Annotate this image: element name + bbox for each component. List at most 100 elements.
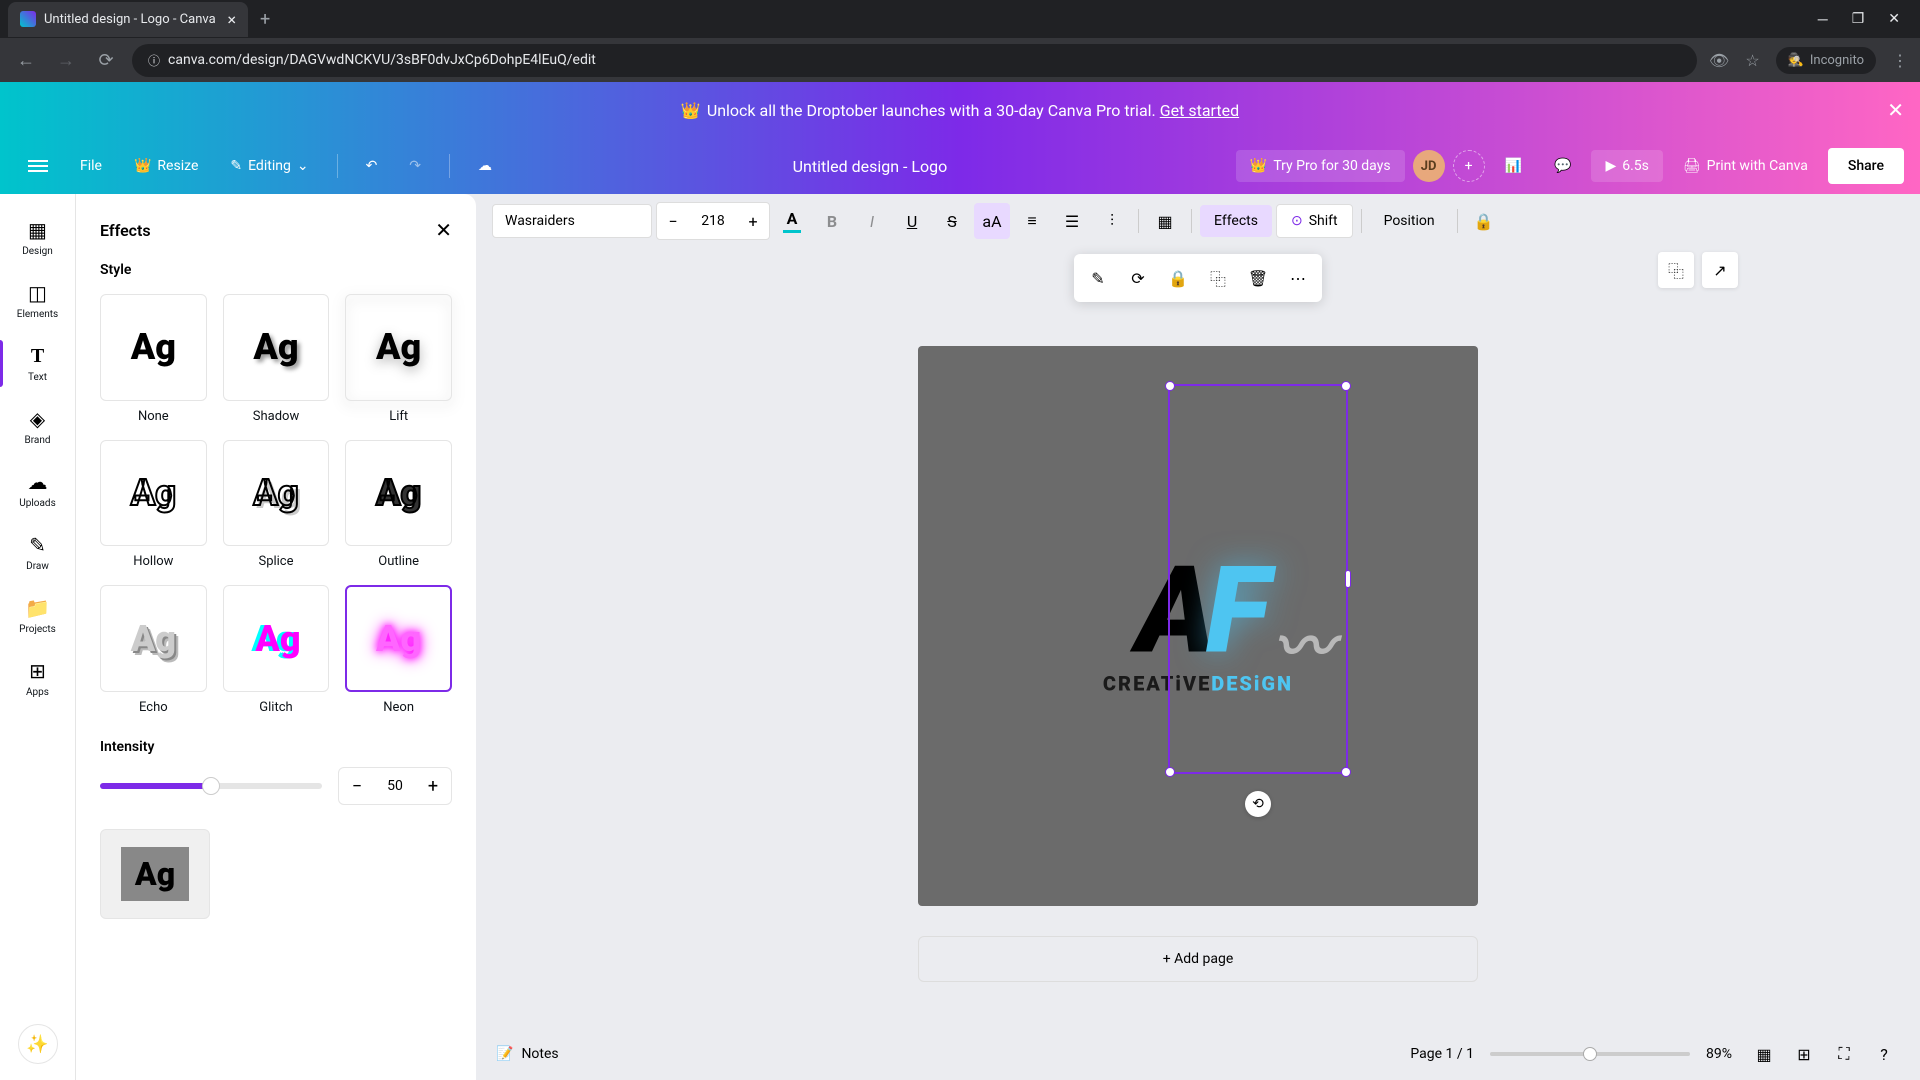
- cloud-sync-button[interactable]: ☁: [466, 150, 504, 182]
- style-neon[interactable]: Ag Neon: [345, 585, 452, 715]
- align-button[interactable]: ≡: [1014, 203, 1050, 239]
- intensity-value-input[interactable]: [375, 778, 415, 794]
- back-button[interactable]: ←: [12, 50, 40, 71]
- nav-elements[interactable]: ◫ Elements: [0, 269, 75, 332]
- shift-button[interactable]: ⊙ Shift: [1276, 204, 1353, 238]
- resize-handle-right[interactable]: [1345, 570, 1351, 588]
- get-started-link[interactable]: Get started: [1160, 101, 1239, 120]
- menu-button[interactable]: [16, 152, 60, 180]
- bookmark-icon[interactable]: ☆: [1745, 51, 1759, 70]
- nav-projects[interactable]: 📁 Projects: [0, 584, 75, 647]
- resize-handle-tl[interactable]: [1165, 381, 1175, 391]
- grid-view-button[interactable]: ▦: [1748, 1038, 1780, 1070]
- notes-button[interactable]: 📝 Notes: [496, 1046, 559, 1062]
- user-avatar[interactable]: JD: [1413, 150, 1445, 182]
- editing-button[interactable]: ✎ Editing ⌄: [218, 150, 320, 182]
- comment-button[interactable]: 💬: [1542, 150, 1583, 182]
- minimize-window-icon[interactable]: ─: [1818, 11, 1828, 28]
- animate-button[interactable]: ⟳: [1120, 260, 1156, 296]
- lock-element-button[interactable]: 🔒: [1160, 260, 1196, 296]
- design-icon: ▦: [26, 218, 50, 242]
- maximize-window-icon[interactable]: ❐: [1852, 11, 1865, 28]
- strikethrough-button[interactable]: S: [934, 203, 970, 239]
- delete-button[interactable]: 🗑: [1240, 260, 1276, 296]
- forward-button[interactable]: →: [52, 50, 80, 71]
- nav-apps[interactable]: ⊞ Apps: [0, 647, 75, 710]
- nav-draw[interactable]: ✎ Draw: [0, 521, 75, 584]
- close-tab-icon[interactable]: ×: [227, 10, 236, 29]
- nav-text[interactable]: T Text: [0, 332, 75, 395]
- bold-button[interactable]: B: [814, 203, 850, 239]
- add-collaborator-button[interactable]: +: [1453, 150, 1485, 182]
- lock-button[interactable]: 🔒: [1466, 203, 1502, 239]
- reload-button[interactable]: ⟳: [92, 50, 120, 71]
- slider-thumb[interactable]: [202, 777, 220, 795]
- style-none[interactable]: Ag None: [100, 294, 207, 424]
- style-shadow[interactable]: Ag Shadow: [223, 294, 330, 424]
- present-button[interactable]: ▶ 6.5s: [1591, 150, 1662, 182]
- decrease-size-button[interactable]: −: [657, 203, 689, 239]
- font-size-input[interactable]: [689, 203, 737, 239]
- eye-icon[interactable]: 👁: [1709, 51, 1729, 70]
- redo-button[interactable]: ↷: [397, 150, 433, 182]
- case-button[interactable]: aA: [974, 203, 1010, 239]
- design-canvas[interactable]: AF 〰 CREATiVEDESiGN ⟲: [918, 346, 1478, 906]
- browser-menu-icon[interactable]: ⋮: [1892, 51, 1908, 70]
- position-button[interactable]: Position: [1370, 205, 1449, 237]
- analytics-button[interactable]: 📊: [1493, 150, 1534, 182]
- selection-box[interactable]: ⟲: [1168, 384, 1348, 774]
- print-button[interactable]: 🖨 Print with Canva: [1671, 150, 1820, 182]
- resize-handle-tr[interactable]: [1341, 381, 1351, 391]
- close-window-icon[interactable]: ✕: [1888, 11, 1900, 28]
- close-banner-icon[interactable]: ✕: [1887, 98, 1904, 122]
- text-color-button[interactable]: A: [774, 203, 810, 239]
- style-splice[interactable]: Ag Splice: [223, 440, 330, 570]
- site-info-icon[interactable]: ⓘ: [148, 52, 160, 69]
- zoom-thumb[interactable]: [1583, 1047, 1597, 1061]
- style-outline[interactable]: Ag Outline: [345, 440, 452, 570]
- more-options-button[interactable]: ⋯: [1280, 260, 1316, 296]
- increase-size-button[interactable]: +: [737, 203, 769, 239]
- italic-button[interactable]: I: [854, 203, 890, 239]
- zoom-slider[interactable]: [1490, 1052, 1690, 1056]
- style-lift[interactable]: Ag Lift: [345, 294, 452, 424]
- duplicate-page-button[interactable]: ⿻: [1658, 252, 1694, 288]
- resize-handle-br[interactable]: [1341, 767, 1351, 777]
- share-button[interactable]: Share: [1828, 148, 1904, 184]
- thumbnail-view-button[interactable]: ⊞: [1788, 1038, 1820, 1070]
- browser-tab[interactable]: Untitled design - Logo - Canva ×: [8, 2, 248, 37]
- close-panel-icon[interactable]: ✕: [435, 218, 452, 242]
- ai-assistant-button[interactable]: ✨: [18, 1024, 58, 1064]
- nav-uploads[interactable]: ☁ Uploads: [0, 458, 75, 521]
- decrease-intensity-button[interactable]: −: [339, 768, 375, 804]
- font-selector[interactable]: Wasraiders: [492, 204, 652, 238]
- underline-button[interactable]: U: [894, 203, 930, 239]
- url-bar[interactable]: ⓘ canva.com/design/DAGVwdNCKVU/3sBF0dvJx…: [132, 44, 1697, 77]
- rotate-handle[interactable]: ⟲: [1245, 791, 1271, 817]
- fullscreen-button[interactable]: ⛶: [1828, 1038, 1860, 1070]
- nav-brand[interactable]: ◈ Brand: [0, 395, 75, 458]
- resize-button[interactable]: 👑 Resize: [122, 150, 210, 182]
- try-pro-button[interactable]: 👑 Try Pro for 30 days: [1236, 150, 1405, 182]
- magic-edit-button[interactable]: ✎: [1080, 260, 1116, 296]
- transparency-button[interactable]: ▦: [1147, 203, 1183, 239]
- add-page-button[interactable]: + Add page: [918, 936, 1478, 982]
- resize-handle-bl[interactable]: [1165, 767, 1175, 777]
- help-button[interactable]: ?: [1868, 1038, 1900, 1070]
- duplicate-button[interactable]: ⿻: [1200, 260, 1236, 296]
- effects-button[interactable]: Effects: [1200, 205, 1272, 237]
- spacing-button[interactable]: ⫶: [1094, 203, 1130, 239]
- nav-design[interactable]: ▦ Design: [0, 206, 75, 269]
- list-button[interactable]: ☰: [1054, 203, 1090, 239]
- undo-button[interactable]: ↶: [354, 150, 390, 182]
- design-title-input[interactable]: [768, 157, 971, 176]
- intensity-slider[interactable]: [100, 783, 322, 789]
- new-tab-button[interactable]: +: [260, 9, 270, 30]
- style-hollow[interactable]: Ag Hollow: [100, 440, 207, 570]
- style-echo[interactable]: Ag Echo: [100, 585, 207, 715]
- file-button[interactable]: File: [68, 150, 114, 182]
- increase-intensity-button[interactable]: +: [415, 768, 451, 804]
- background-effect-tile[interactable]: Ag: [100, 829, 210, 919]
- style-glitch[interactable]: Ag Glitch: [223, 585, 330, 715]
- export-page-button[interactable]: ↗: [1702, 252, 1738, 288]
